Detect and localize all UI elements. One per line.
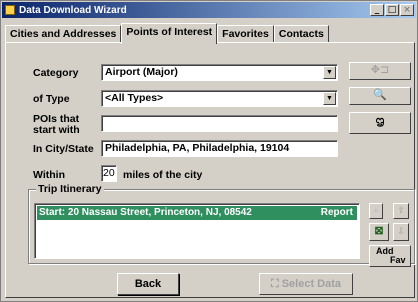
- within-miles-input[interactable]: 20: [101, 165, 117, 182]
- type-label: of Type: [33, 93, 70, 105]
- title-bar[interactable]: Data Download Wizard _ □ ×: [2, 2, 416, 18]
- wizard-window: Data Download Wizard _ □ × Cities and Ad…: [0, 0, 418, 302]
- category-value: Airport (Major): [105, 66, 178, 78]
- maximize-button[interactable]: □: [385, 4, 399, 16]
- select-data-label: Select Data: [281, 278, 342, 290]
- category-label: Category: [33, 67, 79, 79]
- add-favorite-button[interactable]: Add Fav: [369, 245, 411, 267]
- list-item[interactable]: Start: 20 Nassau Street, Princeton, NJ, …: [37, 206, 357, 220]
- poi-label-2: start with: [33, 124, 80, 136]
- tab-favorites[interactable]: Favorites: [217, 25, 274, 43]
- trip-itinerary-label: Trip Itinerary: [36, 183, 104, 195]
- move-left-icon[interactable]: ▫: [369, 203, 383, 219]
- select-data-icon: ⛶: [270, 278, 282, 290]
- chevron-down-icon[interactable]: ▼: [323, 92, 336, 105]
- poi-search-input[interactable]: [101, 115, 338, 132]
- itinerary-list[interactable]: Start: 20 Nassau Street, Princeton, NJ, …: [34, 203, 360, 259]
- binoculars-icon[interactable]: ᦗ: [349, 112, 411, 134]
- itinerary-start-text: Start: 20 Nassau Street, Princeton, NJ, …: [39, 207, 252, 218]
- move-down-icon[interactable]: ⇩: [393, 223, 409, 241]
- remove-icon[interactable]: ⊠: [369, 223, 389, 241]
- select-data-button[interactable]: ⛶ Select Data: [259, 273, 353, 295]
- zoom-icon[interactable]: 🔍: [349, 87, 411, 105]
- city-state-input[interactable]: Philadelphia, PA, Philadelphia, 19104: [101, 140, 338, 157]
- back-button[interactable]: Back: [117, 273, 179, 295]
- chevron-down-icon[interactable]: ▼: [323, 66, 336, 79]
- add-fav-line2: Fav: [390, 255, 406, 265]
- report-link[interactable]: Report: [321, 206, 353, 220]
- minimize-button[interactable]: _: [370, 4, 384, 16]
- category-select[interactable]: Airport (Major) ▼: [101, 64, 338, 81]
- close-button[interactable]: ×: [400, 4, 414, 16]
- type-select[interactable]: <All Types> ▼: [101, 90, 338, 107]
- add-to-itinerary-button[interactable]: ✥⊐: [349, 62, 411, 80]
- app-icon: [5, 5, 15, 15]
- type-value: <All Types>: [105, 92, 164, 104]
- within-label: Within: [33, 169, 65, 181]
- tab-contacts[interactable]: Contacts: [273, 25, 329, 43]
- tab-points-of-interest[interactable]: Points of Interest: [121, 23, 218, 44]
- window-title: Data Download Wizard: [19, 4, 127, 16]
- title-buttons: _ □ ×: [370, 4, 414, 16]
- move-up-icon[interactable]: ⇧: [393, 203, 409, 219]
- tab-strip: Cities and Addresses Points of Interest …: [5, 23, 329, 44]
- tab-cities-addresses[interactable]: Cities and Addresses: [5, 25, 122, 43]
- within-suffix: miles of the city: [123, 169, 203, 181]
- city-label: In City/State: [33, 143, 94, 155]
